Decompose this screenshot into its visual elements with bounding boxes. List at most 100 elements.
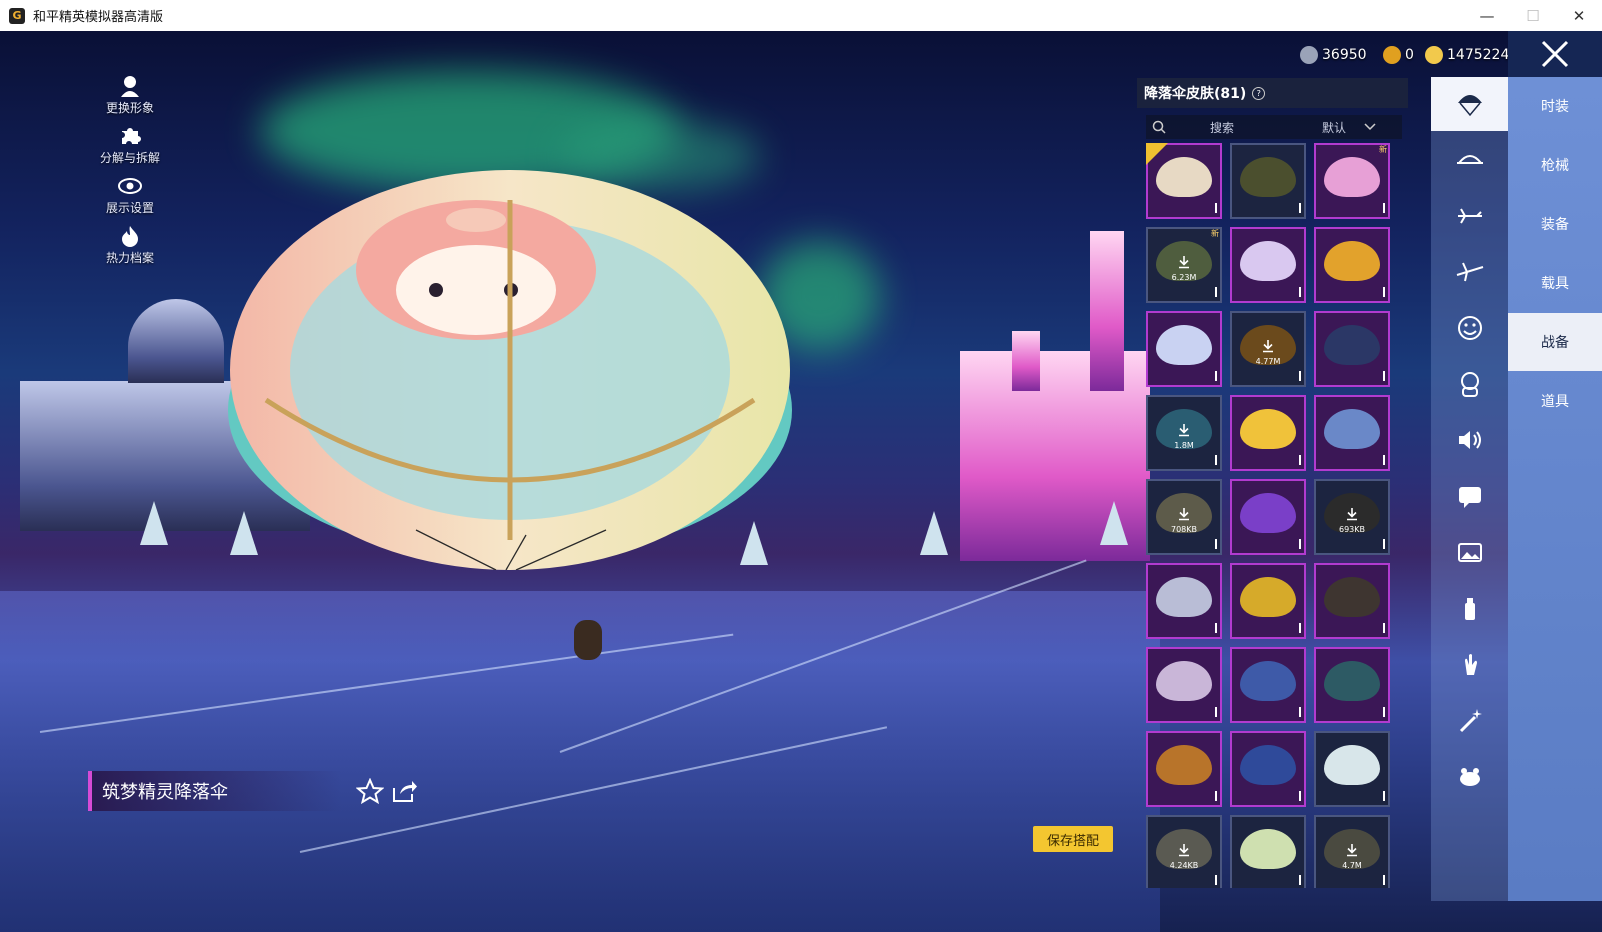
- download-icon: [1179, 256, 1189, 269]
- skin-cell[interactable]: [1314, 731, 1390, 807]
- skin-cell[interactable]: [1230, 227, 1306, 303]
- decompose-button[interactable]: 分解与拆解: [78, 124, 182, 166]
- tab-2[interactable]: 装备: [1508, 195, 1602, 253]
- category-gallery[interactable]: [1431, 525, 1508, 579]
- cell-indicator: [1299, 539, 1301, 549]
- category-pet[interactable]: [1431, 749, 1508, 803]
- skin-cell[interactable]: [1314, 563, 1390, 639]
- cell-indicator: [1299, 371, 1301, 381]
- cell-indicator: [1215, 203, 1217, 213]
- tab-3[interactable]: 载具: [1508, 254, 1602, 312]
- skin-cell[interactable]: [1230, 143, 1306, 219]
- cell-indicator: [1299, 623, 1301, 633]
- download-size: 6.23M: [1171, 273, 1197, 282]
- chevron-down-icon[interactable]: [1364, 123, 1376, 131]
- save-outfit-button[interactable]: 保存搭配: [1033, 826, 1113, 852]
- skin-cell[interactable]: [1314, 647, 1390, 723]
- cell-indicator: [1299, 287, 1301, 297]
- skin-cell[interactable]: [1230, 815, 1306, 888]
- skin-cell[interactable]: [1230, 395, 1306, 471]
- close-window-button[interactable]: ✕: [1556, 0, 1602, 31]
- cell-indicator: [1299, 455, 1301, 465]
- cell-indicator: [1299, 875, 1301, 885]
- search-input[interactable]: 搜索: [1210, 119, 1292, 136]
- parachute-icon: [1457, 95, 1482, 117]
- skin-cell[interactable]: 新 6.23M: [1146, 227, 1222, 303]
- voice-icon: [1458, 431, 1481, 449]
- menu-label: 更换形象: [105, 101, 154, 115]
- jet-icon: [1456, 262, 1483, 282]
- skin-cell[interactable]: [1314, 395, 1390, 471]
- skin-cell[interactable]: [1146, 647, 1222, 723]
- download-size: 4.24KB: [1169, 861, 1199, 870]
- tree-decor: [920, 511, 948, 555]
- minimize-button[interactable]: —: [1464, 0, 1510, 31]
- category-emote[interactable]: [1431, 301, 1508, 355]
- skin-cell[interactable]: 693KB: [1314, 479, 1390, 555]
- skin-cell[interactable]: 708KB: [1146, 479, 1222, 555]
- skin-cell[interactable]: [1146, 311, 1222, 387]
- gesture-icon: [1464, 654, 1477, 675]
- skin-cell[interactable]: [1230, 647, 1306, 723]
- maximize-button[interactable]: ☐: [1510, 0, 1556, 31]
- skin-cell[interactable]: [1230, 479, 1306, 555]
- skin-cell[interactable]: 新: [1314, 143, 1390, 219]
- cell-indicator: [1383, 287, 1385, 297]
- parachute-preview[interactable]: [226, 140, 794, 570]
- currency-silver: 36950: [1300, 43, 1367, 67]
- skin-cell[interactable]: 1.8M: [1146, 395, 1222, 471]
- plane-icon: [1457, 208, 1482, 224]
- tab-4[interactable]: 战备: [1508, 313, 1602, 371]
- category-voice[interactable]: [1431, 413, 1508, 467]
- parachute-thumbnail: [1324, 157, 1380, 197]
- category-plane[interactable]: [1431, 189, 1508, 243]
- cell-indicator: [1299, 707, 1301, 717]
- category-hat[interactable]: [1431, 133, 1508, 187]
- category-jet[interactable]: [1431, 245, 1508, 299]
- parachute-thumbnail: [1156, 745, 1212, 785]
- category-gesture[interactable]: [1431, 637, 1508, 691]
- item-name-banner: 筑梦精灵降落伞: [88, 771, 342, 811]
- skin-cell[interactable]: [1314, 227, 1390, 303]
- favorite-star-icon[interactable]: [356, 778, 384, 804]
- skin-cell[interactable]: [1230, 563, 1306, 639]
- tab-1[interactable]: 枪械: [1508, 136, 1602, 194]
- tab-0[interactable]: 时装: [1508, 77, 1602, 135]
- category-message[interactable]: [1431, 469, 1508, 523]
- help-icon[interactable]: ?: [1252, 86, 1266, 100]
- app-logo-icon: G: [9, 7, 25, 24]
- share-icon[interactable]: [390, 778, 418, 804]
- menu-label: 热力档案: [105, 251, 154, 265]
- category-wand[interactable]: [1431, 693, 1508, 747]
- castle-tower-decor: [1012, 331, 1040, 391]
- skin-cell[interactable]: 4.7M: [1314, 815, 1390, 888]
- skin-cell[interactable]: 4.24KB: [1146, 815, 1222, 888]
- sort-dropdown[interactable]: 默认: [1322, 119, 1346, 136]
- player-figure: [574, 620, 602, 660]
- skin-cell[interactable]: [1314, 311, 1390, 387]
- left-menu: 更换形象 分解与拆解 展示设置 热力档案: [78, 74, 182, 274]
- tree-decor: [140, 501, 168, 545]
- category-parachute[interactable]: [1431, 77, 1508, 131]
- display-settings-button[interactable]: 展示设置: [78, 174, 182, 216]
- skin-cell[interactable]: [1146, 563, 1222, 639]
- parachute-thumbnail: [1324, 745, 1380, 785]
- parachute-thumbnail: [1240, 409, 1296, 449]
- silver-coin-icon: [1300, 46, 1318, 64]
- cell-indicator: [1299, 791, 1301, 801]
- tab-5[interactable]: 道具: [1508, 372, 1602, 430]
- tree-decor: [1100, 501, 1128, 545]
- close-panel-button[interactable]: [1508, 31, 1602, 77]
- skin-cell[interactable]: 4.77M: [1230, 311, 1306, 387]
- search-icon: [1152, 120, 1166, 134]
- category-mascot[interactable]: [1431, 357, 1508, 411]
- change-avatar-button[interactable]: 更换形象: [78, 74, 182, 116]
- skin-cell[interactable]: [1146, 143, 1222, 219]
- close-icon: [1541, 40, 1569, 68]
- gold-coin-icon: [1425, 46, 1443, 64]
- heat-record-button[interactable]: 热力档案: [78, 224, 182, 266]
- skin-cell[interactable]: [1230, 731, 1306, 807]
- category-spray[interactable]: [1431, 581, 1508, 635]
- skin-panel-header: 降落伞皮肤(81) ?: [1137, 78, 1408, 108]
- skin-cell[interactable]: [1146, 731, 1222, 807]
